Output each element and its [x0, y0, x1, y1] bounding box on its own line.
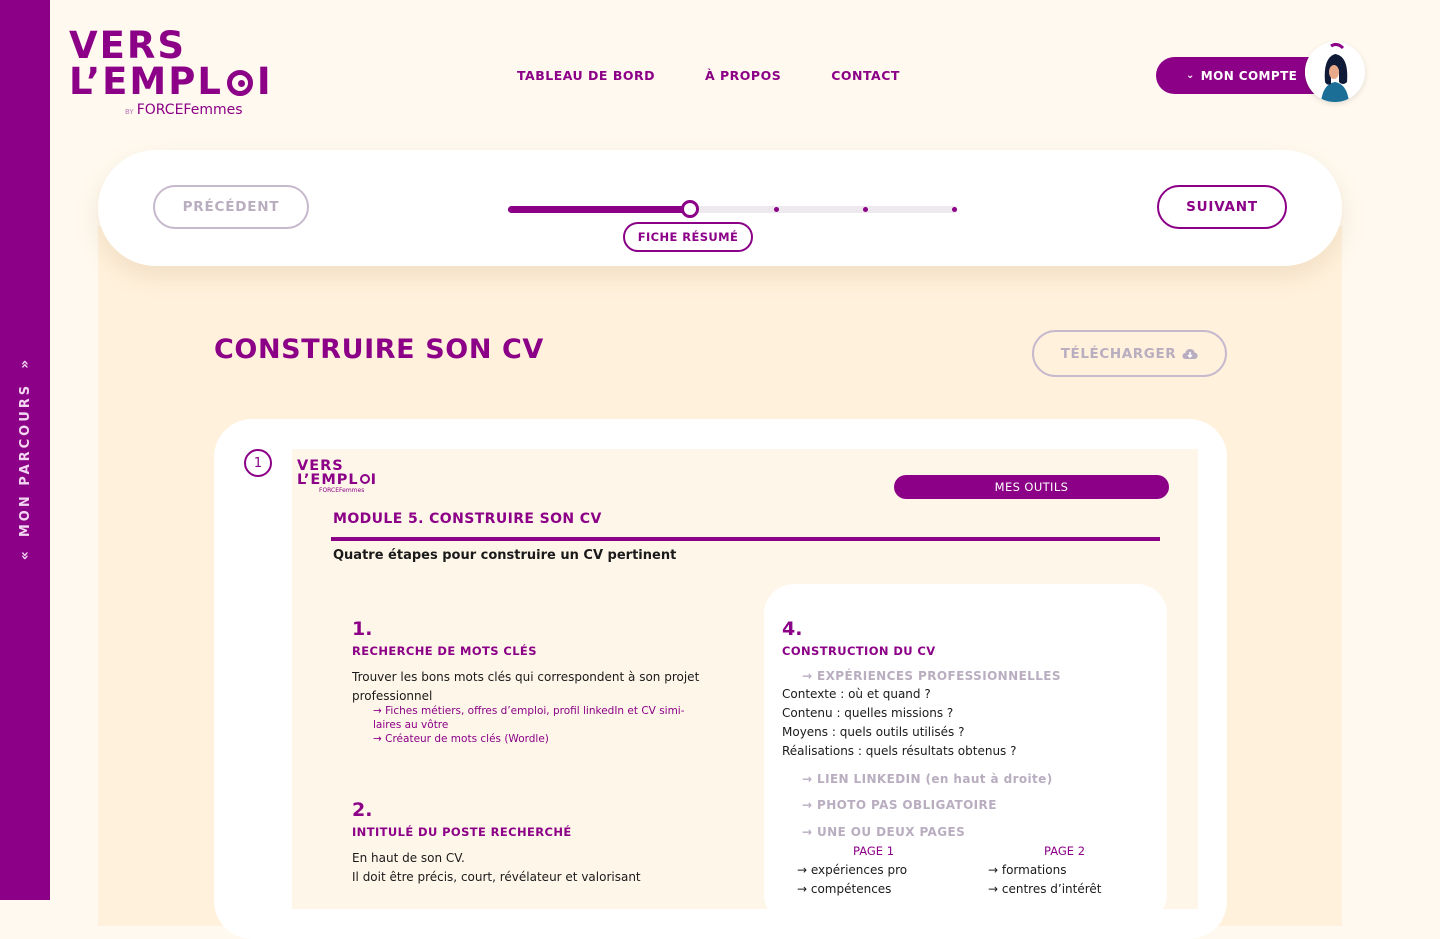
progress-step-dot[interactable]: [508, 207, 513, 212]
page-title: CONSTRUIRE SON CV: [214, 334, 544, 365]
step1-link2: → Créateur de mots clés (Wordle): [373, 733, 549, 745]
current-step-label: FICHE RÉSUMÉ: [623, 222, 753, 252]
step1-link1-line2: laires au vôtre: [373, 719, 449, 731]
cloud-download-icon: [1182, 348, 1198, 359]
avatar-illustration-icon: [1305, 42, 1365, 102]
nav-tableau-de-bord[interactable]: TABLEAU DE BORD: [517, 68, 655, 83]
step4-line: Moyens : quels outils utilisés ?: [782, 725, 965, 739]
progress-step-dot[interactable]: [774, 207, 779, 212]
sidebar[interactable]: « MON PARCOURS »: [0, 0, 50, 900]
document-preview: VERS L’EMPL I FORCEFemmes MES OUTILS MODU…: [292, 449, 1198, 924]
progress-track[interactable]: [508, 200, 958, 218]
step2-text-line2: Il doit être précis, court, révélateur e…: [352, 870, 641, 884]
previous-button[interactable]: PRÉCÉDENT: [153, 185, 309, 229]
step4-sub-experiences: → EXPÉRIENCES PROFESSIONNELLES: [802, 669, 1061, 683]
logo-brand: BY FORCEFemmes: [125, 102, 243, 118]
progress-current-knob[interactable]: [681, 200, 699, 218]
chevron-down-icon: ⌄: [1186, 70, 1195, 81]
sidebar-toggle[interactable]: « MON PARCOURS »: [17, 360, 33, 560]
step4-number: 4.: [782, 618, 803, 640]
step4-line: Réalisations : quels résultats obtenus ?: [782, 744, 1017, 758]
step4-sub-pages: → UNE OU DEUX PAGES: [802, 825, 966, 839]
document-logo-line2: L’EMPL I: [297, 472, 378, 488]
account-label: MON COMPTE: [1200, 68, 1298, 83]
page2-item: → formations: [988, 863, 1067, 877]
step1-link1-line1: → Fiches métiers, offres d’emploi, profi…: [373, 705, 685, 717]
nav-a-propos[interactable]: À PROPOS: [705, 68, 781, 83]
page2-item: → centres d’intérêt: [988, 882, 1102, 896]
step1-heading: RECHERCHE DE MOTS CLÉS: [352, 644, 537, 658]
page1-item: → expériences pro: [797, 863, 908, 877]
step4-line: Contenu : quelles missions ?: [782, 706, 954, 720]
step2-heading: INTITULÉ DU POSTE RECHERCHÉ: [352, 825, 572, 839]
step1-text-line1: Trouver les bons mots clés qui correspon…: [352, 670, 700, 684]
step2-number: 2.: [352, 799, 373, 821]
logo-o-icon: [359, 474, 370, 484]
document-index-badge: 1: [244, 449, 272, 477]
document-logo-brand: FORCEFemmes: [319, 487, 365, 494]
step1-number: 1.: [352, 618, 373, 640]
logo-line2: L’EMPL I: [69, 60, 273, 103]
nav-contact[interactable]: CONTACT: [831, 68, 900, 83]
logo-line1: VERS: [69, 24, 187, 67]
step4-line: Contexte : où et quand ?: [782, 687, 931, 701]
step4-heading: CONSTRUCTION DU CV: [782, 644, 936, 658]
step2-text-line1: En haut de son CV.: [352, 851, 465, 865]
page1-item: → compétences: [797, 882, 892, 896]
page1-heading: PAGE 1: [853, 844, 895, 858]
document-logo: VERS L’EMPL I FORCEFemmes: [297, 459, 377, 494]
sidebar-label: MON PARCOURS: [17, 382, 33, 538]
module-divider: [331, 537, 1160, 541]
next-button[interactable]: SUIVANT: [1157, 185, 1287, 229]
step4-sub-photo: → PHOTO PAS OBLIGATOIRE: [802, 798, 997, 812]
download-button[interactable]: TÉLÉCHARGER: [1032, 330, 1227, 377]
module-title: MODULE 5. CONSTRUIRE SON CV: [333, 511, 602, 527]
site-logo[interactable]: VERS L’EMPL I BY FORCEFemmes: [69, 24, 273, 118]
progress-step-dot[interactable]: [596, 207, 601, 212]
step4-sub-linkedin: → LIEN LINKEDIN (en haut à droite): [802, 772, 1053, 786]
chevron-double-left-icon: «: [17, 551, 33, 561]
mes-outils-tag: MES OUTILS: [894, 475, 1169, 499]
module-subtitle: Quatre étapes pour construire un CV pert…: [333, 548, 677, 563]
progress-card: PRÉCÉDENT FICHE RÉSUMÉ SUIVANT: [98, 150, 1342, 266]
page2-heading: PAGE 2: [1044, 844, 1086, 858]
account-button[interactable]: ⌄ MON COMPTE: [1156, 57, 1326, 94]
avatar[interactable]: [1305, 42, 1365, 102]
download-label: TÉLÉCHARGER: [1060, 345, 1177, 362]
progress-step-dot[interactable]: [863, 207, 868, 212]
logo-o-icon: [226, 70, 253, 96]
step4-column: 4. CONSTRUCTION DU CV → EXPÉRIENCES PROF…: [764, 584, 1167, 924]
main-nav: TABLEAU DE BORD À PROPOS CONTACT: [517, 68, 900, 83]
document-logo-line1: VERS: [297, 458, 344, 474]
progress-step-dot[interactable]: [952, 207, 957, 212]
chevron-double-right-icon: »: [17, 359, 33, 369]
